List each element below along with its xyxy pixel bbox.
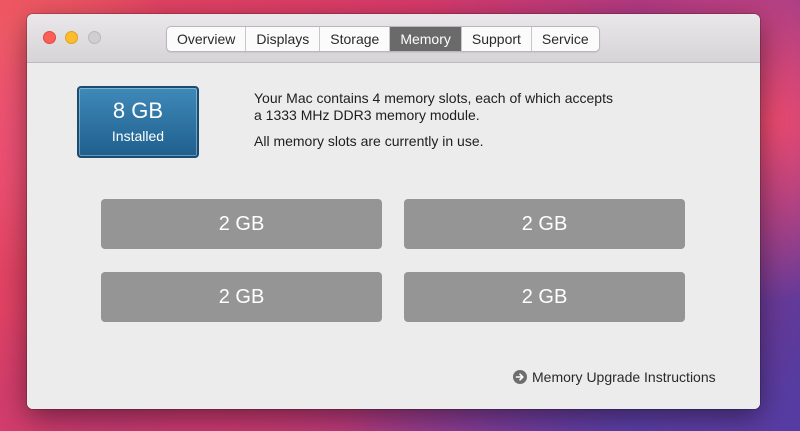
tab-support[interactable]: Support xyxy=(462,27,532,51)
tab-bar: Overview Displays Storage Memory Support… xyxy=(166,26,600,52)
memory-description-line-1: Your Mac contains 4 memory slots, each o… xyxy=(254,90,613,106)
about-this-mac-window: Overview Displays Storage Memory Support… xyxy=(27,14,760,409)
memory-slot-1: 2 GB xyxy=(101,199,382,249)
installed-memory-badge: 8 GB Installed xyxy=(77,86,199,158)
installed-memory-size: 8 GB xyxy=(112,98,164,123)
memory-description-line-2: a 1333 MHz DDR3 memory module. xyxy=(254,107,480,123)
memory-slot-2: 2 GB xyxy=(404,199,685,249)
arrow-circle-right-icon xyxy=(513,370,527,384)
memory-pane: 8 GB Installed Your Mac contains 4 memor… xyxy=(27,63,760,409)
tab-memory[interactable]: Memory xyxy=(390,27,462,51)
installed-memory-label: Installed xyxy=(111,128,165,144)
memory-status-text: All memory slots are currently in use. xyxy=(254,133,484,149)
tab-displays[interactable]: Displays xyxy=(246,27,321,51)
memory-upgrade-instructions-label: Memory Upgrade Instructions xyxy=(532,369,716,385)
tab-service[interactable]: Service xyxy=(532,27,599,51)
memory-description: Your Mac contains 4 memory slots, each o… xyxy=(254,90,714,150)
zoom-button[interactable] xyxy=(88,31,101,44)
title-bar[interactable]: Overview Displays Storage Memory Support… xyxy=(27,14,760,63)
memory-slot-4: 2 GB xyxy=(404,272,685,322)
tab-overview[interactable]: Overview xyxy=(167,27,247,51)
memory-upgrade-instructions-link[interactable]: Memory Upgrade Instructions xyxy=(513,369,716,385)
close-button[interactable] xyxy=(43,31,56,44)
tab-storage[interactable]: Storage xyxy=(320,27,391,51)
memory-slot-3: 2 GB xyxy=(101,272,382,322)
minimize-button[interactable] xyxy=(65,31,78,44)
